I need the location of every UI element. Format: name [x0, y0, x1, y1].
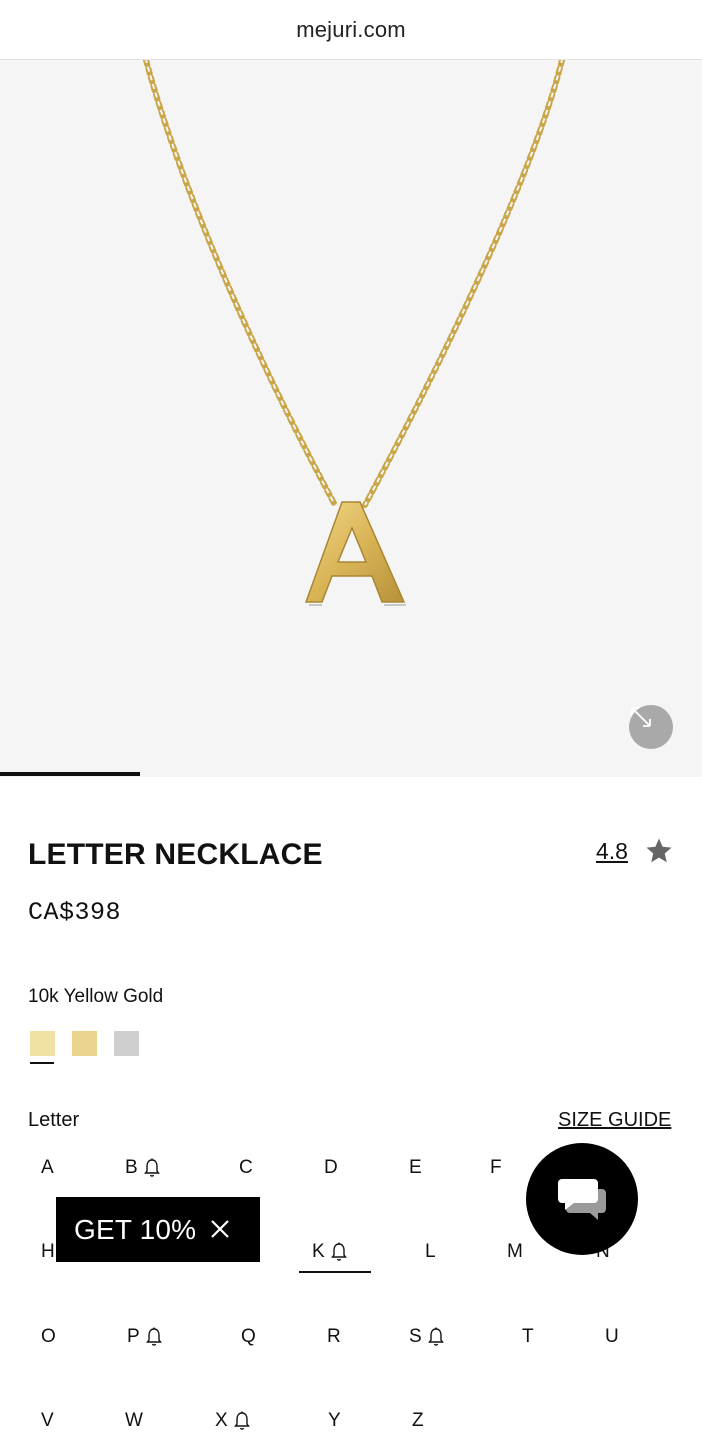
swatch-yellow-gold-14k[interactable]	[72, 1031, 97, 1056]
letter-option-m[interactable]: M	[507, 1241, 523, 1263]
letter-option-y[interactable]: Y	[328, 1410, 341, 1432]
gallery-progress-bar	[0, 772, 141, 776]
letter-option-x[interactable]: X	[215, 1410, 250, 1432]
letter-option-o[interactable]: O	[41, 1326, 56, 1348]
chat-bubbles-icon	[558, 1179, 606, 1220]
swatch-yellow-gold-10k[interactable]	[30, 1031, 55, 1056]
letter-option-label: F	[490, 1157, 502, 1178]
expand-image-button[interactable]	[629, 705, 673, 749]
letter-option-label: R	[327, 1326, 341, 1347]
letter-option-f[interactable]: F	[490, 1157, 502, 1179]
letter-option-h[interactable]: H	[41, 1241, 55, 1263]
necklace-illustration	[143, 60, 565, 606]
letter-option-label: T	[522, 1326, 534, 1347]
notify-bell-icon	[427, 1327, 444, 1346]
letter-option-label: Q	[241, 1326, 256, 1347]
chat-button[interactable]	[526, 1143, 638, 1255]
letter-option-label: B	[125, 1157, 138, 1178]
letter-option-label: Z	[412, 1410, 424, 1431]
letter-option-s[interactable]: S	[409, 1326, 444, 1348]
letter-option-label: Y	[328, 1410, 341, 1431]
letter-option-label: D	[324, 1157, 338, 1178]
letter-option-label: P	[127, 1326, 140, 1347]
letter-option-label: H	[41, 1241, 55, 1262]
promo-text: GET 10%	[74, 1213, 197, 1245]
rating-link[interactable]: 4.8	[596, 838, 628, 865]
url-text: mejuri.com	[296, 16, 406, 42]
swatch-selected-indicator	[30, 1062, 54, 1064]
letter-option-label: U	[605, 1326, 619, 1347]
notify-bell-icon	[233, 1411, 250, 1430]
star-icon	[646, 838, 672, 863]
letter-option-e[interactable]: E	[409, 1157, 422, 1179]
letter-option-label: O	[41, 1326, 56, 1347]
letter-label: Letter	[28, 1109, 80, 1131]
letter-option-label: S	[409, 1326, 422, 1347]
discount-promo-banner[interactable]: GET 10%	[56, 1197, 260, 1262]
product-image[interactable]	[0, 60, 702, 777]
letter-option-t[interactable]: T	[522, 1326, 534, 1348]
letter-option-label: X	[215, 1410, 228, 1431]
letter-option-d[interactable]: D	[324, 1157, 338, 1179]
letter-option-z[interactable]: Z	[412, 1410, 424, 1432]
letter-option-label: A	[41, 1157, 54, 1178]
letter-option-p[interactable]: P	[127, 1326, 162, 1348]
product-title: LETTER NECKLACE	[28, 838, 323, 871]
letter-option-a[interactable]: A	[41, 1157, 54, 1179]
letter-option-k[interactable]: K	[312, 1241, 347, 1263]
letter-option-w[interactable]: W	[125, 1410, 143, 1432]
notify-bell-icon	[143, 1158, 160, 1177]
product-price: CA$398	[28, 898, 122, 927]
letter-option-label: C	[239, 1157, 253, 1178]
expand-icon	[631, 707, 651, 727]
letter-option-label: V	[41, 1410, 54, 1431]
letter-option-b[interactable]: B	[125, 1157, 160, 1179]
letter-option-l[interactable]: L	[425, 1241, 436, 1263]
letter-option-r[interactable]: R	[327, 1326, 341, 1348]
letter-option-label: K	[312, 1241, 325, 1262]
close-icon[interactable]	[208, 1217, 232, 1241]
letter-option-c[interactable]: C	[239, 1157, 253, 1179]
letter-option-v[interactable]: V	[41, 1410, 54, 1432]
letter-option-label: L	[425, 1241, 436, 1262]
material-label: 10k Yellow Gold	[28, 986, 164, 1007]
letter-selected-indicator	[299, 1271, 371, 1273]
letter-option-label: W	[125, 1410, 143, 1431]
letter-option-q[interactable]: Q	[241, 1326, 256, 1348]
letter-option-label: E	[409, 1157, 422, 1178]
browser-url-bar[interactable]: mejuri.com	[0, 0, 702, 60]
letter-option-u[interactable]: U	[605, 1326, 619, 1348]
letter-option-label: M	[507, 1241, 523, 1262]
swatch-silver[interactable]	[114, 1031, 139, 1056]
size-guide-link[interactable]: SIZE GUIDE	[558, 1109, 671, 1132]
notify-bell-icon	[330, 1242, 347, 1261]
notify-bell-icon	[145, 1327, 162, 1346]
